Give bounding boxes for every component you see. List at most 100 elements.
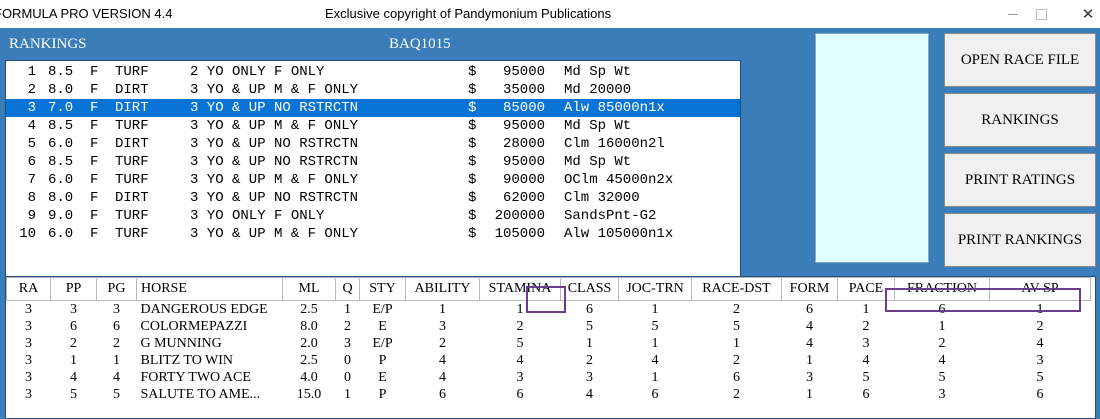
race-row[interactable]: 2 8.0 F DIRT 3 YO & UP M & F ONLY $35000 Md 20… [6, 81, 740, 99]
cell-pace: 3 [862, 336, 870, 351]
table-row[interactable]: 3 1 1 BLITZ TO WIN 2.5 0 P 4 4 2 4 2 1 4 4 3 [7, 352, 1091, 369]
cell-race-dst: 2 [733, 302, 740, 317]
cell-stamina: 4 [516, 353, 524, 368]
race-row[interactable]: 4 8.5 F TURF 3 YO & UP M & F ONLY $95000 Md Sp… [6, 117, 740, 135]
race-currency: $ [468, 100, 477, 116]
print-rankings-button[interactable]: PRINT RANKINGS [944, 213, 1096, 267]
cell-pg: 2 [113, 336, 120, 351]
race-row[interactable]: 9 9.0 F TURF 3 YO ONLY F ONLY $200000 SandsPnt… [6, 207, 740, 225]
cell-fraction: 2 [938, 336, 946, 351]
race-type: Md Sp Wt [564, 154, 632, 170]
cell-horse: SALUTE TO AME... [140, 387, 261, 402]
race-purse: 28000 [502, 136, 545, 152]
cell-ability: 4 [439, 353, 446, 368]
cell-pp: 4 [70, 370, 77, 385]
cell-ability: 4 [439, 370, 446, 385]
cell-form: 1 [806, 387, 813, 402]
race-row[interactable]: 8 8.0 F DIRT 3 YO & UP NO RSTRCTN $62000 Clm 3… [6, 189, 740, 207]
cell-ability: 3 [439, 319, 446, 334]
race-conditions: 2 YO ONLY F ONLY [190, 64, 325, 80]
race-conditions: 3 YO & UP NO RSTRCTN [190, 136, 359, 152]
column-header-ability[interactable]: ABILITY [405, 277, 480, 301]
print-ratings-button[interactable]: PRINT RATINGS [944, 153, 1096, 207]
race-row[interactable]: 7 6.0 F TURF 3 YO & UP M & F ONLY $90000 OClm … [6, 171, 740, 189]
cell-fraction: 3 [938, 387, 946, 402]
pace-fraction-avsp-highlight-box [885, 288, 1081, 312]
column-header-sty[interactable]: STY [359, 277, 406, 301]
cell-horse: FORTY TWO ACE [140, 370, 251, 385]
cell-race-dst: 2 [733, 387, 740, 402]
race-currency: $ [468, 190, 477, 206]
cell-pg: 4 [113, 370, 120, 385]
race-distance: 8.0 [48, 190, 74, 206]
table-row[interactable]: 3 4 4 FORTY TWO ACE 4.0 0 E 4 3 3 1 6 3 5 5 5 [7, 369, 1091, 386]
cell-race-dst: 6 [733, 370, 740, 385]
open-race-file-button[interactable]: OPEN RACE FILE [944, 33, 1096, 87]
column-header-pp[interactable]: PP [50, 277, 97, 301]
race-row[interactable]: 1 8.5 F TURF 2 YO ONLY F ONLY $95000 Md Sp Wt [6, 63, 740, 81]
close-button[interactable]: ✕ [1065, 0, 1100, 28]
cell-class: 5 [586, 319, 593, 334]
cell-sty: E [378, 370, 387, 385]
race-number: 10 [19, 226, 36, 242]
table-row[interactable]: 3 2 2 G MUNNING 2.0 3 E/P 2 5 1 1 1 4 3 2 4 [7, 335, 1091, 352]
race-surface: TURF [115, 226, 149, 242]
column-header-ml[interactable]: ML [282, 277, 336, 301]
cell-pp: 3 [70, 302, 77, 317]
cell-ml: 2.0 [300, 336, 318, 351]
column-header-q[interactable]: Q [335, 277, 360, 301]
column-header-ra[interactable]: RA [6, 277, 51, 301]
race-code: BAQ1015 [389, 36, 451, 52]
cell-ra: 3 [25, 336, 32, 351]
table-row[interactable]: 3 5 5 SALUTE TO AME... 15.0 1 P 6 6 4 6 2 1 6 3 6 [7, 386, 1091, 403]
cell-ml: 4.0 [300, 370, 318, 385]
column-header-horse[interactable]: HORSE [136, 277, 283, 301]
column-header-class[interactable]: CLASS [560, 277, 619, 301]
race-row[interactable]: 10 6.0 F TURF 3 YO & UP M & F ONLY $105000 Alw… [6, 225, 740, 243]
race-currency: $ [468, 118, 477, 134]
race-currency: $ [468, 64, 477, 80]
race-distance-unit: F [90, 226, 99, 242]
race-conditions: 3 YO & UP M & F ONLY [190, 226, 359, 242]
cell-sty: E [378, 319, 387, 334]
cell-race-dst: 5 [733, 319, 740, 334]
race-distance: 6.0 [48, 136, 74, 152]
race-purse: 62000 [502, 190, 545, 206]
race-distance: 8.5 [48, 64, 74, 80]
race-type: Alw 85000n1x [564, 100, 665, 116]
cell-joc-trn: 1 [651, 302, 659, 317]
app-title: FORMULA PRO VERSION 4.4 [0, 6, 173, 21]
race-purse: 200000 [494, 208, 545, 224]
race-row[interactable]: 5 6.0 F DIRT 3 YO & UP NO RSTRCTN $28000 Clm 1… [6, 135, 740, 153]
race-distance-unit: F [90, 118, 99, 134]
column-header-pg[interactable]: PG [96, 277, 137, 301]
race-list[interactable]: 1 8.5 F TURF 2 YO ONLY F ONLY $95000 Md Sp Wt 2… [5, 60, 741, 286]
column-header-joc-trn[interactable]: JOC-TRN [618, 277, 692, 301]
race-number: 6 [27, 154, 36, 170]
race-purse: 95000 [502, 64, 545, 80]
race-type: Md Sp Wt [564, 118, 632, 134]
cell-stamina: 6 [516, 387, 524, 402]
column-header-race-dst[interactable]: RACE-DST [691, 277, 782, 301]
cell-av-sp: 5 [1036, 370, 1044, 385]
cell-pace: 4 [862, 353, 870, 368]
maximize-button[interactable] [1018, 0, 1064, 28]
column-header-form[interactable]: FORM [781, 277, 838, 301]
race-distance-unit: F [90, 172, 99, 188]
race-row[interactable]: 6 8.5 F TURF 3 YO & UP NO RSTRCTN $95000 Md Sp… [6, 153, 740, 171]
race-row[interactable]: 3 7.0 F DIRT 3 YO & UP NO RSTRCTN $85000 Alw 8… [6, 99, 740, 117]
race-distance-unit: F [90, 154, 99, 170]
cell-horse: BLITZ TO WIN [140, 353, 234, 368]
cell-ability: 6 [439, 387, 446, 402]
race-number: 5 [27, 136, 36, 152]
race-type: OClm 45000n2x [564, 172, 674, 188]
cell-horse: DANGEROUS EDGE [140, 302, 268, 317]
cell-pg: 3 [113, 302, 120, 317]
rankings-button[interactable]: RANKINGS [944, 93, 1096, 147]
title-bar: FORMULA PRO VERSION 4.4 Exclusive copyri… [0, 0, 1100, 28]
race-surface: TURF [115, 172, 149, 188]
table-row[interactable]: 3 6 6 COLORMEPAZZI 8.0 2 E 3 2 5 5 5 4 2 1 2 [7, 318, 1091, 335]
cell-class: 2 [586, 353, 593, 368]
race-conditions: 3 YO & UP M & F ONLY [190, 82, 359, 98]
race-type: Clm 32000 [564, 190, 640, 206]
